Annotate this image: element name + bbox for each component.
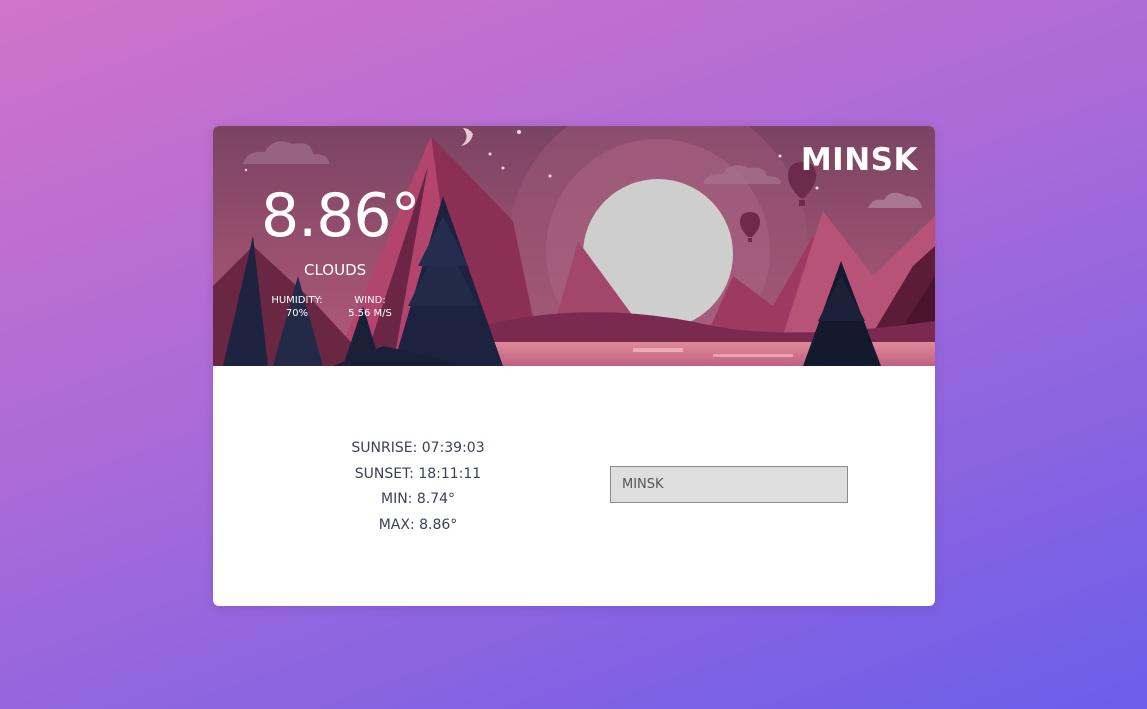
humidity-label: HUMIDITY: (271, 295, 323, 306)
humidity-value: 70% (285, 308, 309, 319)
humidity-stat: HUMIDITY: 70% (269, 294, 325, 320)
sunrise-time: SUNRISE: 07:39:03 (351, 440, 485, 456)
city-name: MINSK (800, 142, 918, 178)
wind-stat: WIND: 5.56 M/S (346, 294, 394, 320)
sunset-time: SUNSET: 18:11:11 (354, 465, 482, 482)
weather-card: MINSK 8.86° CLOUDS HUMIDITY: 70% WIND: 5… (213, 126, 935, 606)
wind-value: 5.56 M/S (348, 308, 392, 319)
weather-description: CLOUDS (304, 261, 367, 279)
max-temperature: MAX: 8.86° (378, 516, 458, 533)
min-temperature: MIN: 8.74° (380, 491, 456, 507)
weather-details: SUNRISE: 07:39:03 SUNSET: 18:11:11 MIN: … (318, 436, 518, 538)
wind-label: WIND: (354, 295, 386, 306)
city-search-input[interactable] (610, 466, 848, 503)
landscape-illustration: MINSK 8.86° CLOUDS HUMIDITY: 70% WIND: 5… (213, 126, 935, 366)
temperature-value: 8.86° (261, 181, 421, 251)
